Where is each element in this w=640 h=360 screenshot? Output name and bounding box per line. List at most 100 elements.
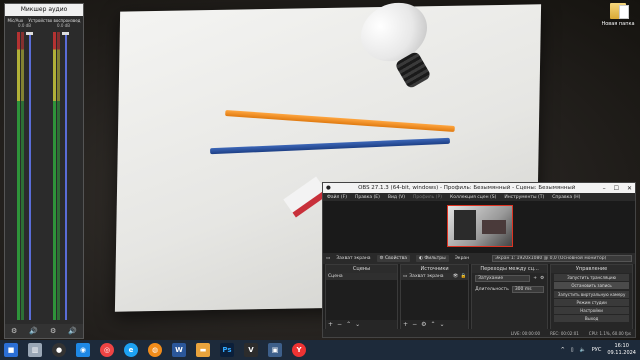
folder-explorer-icon[interactable]: ▬ [196,343,210,357]
menu-file[interactable]: Файл (F) [327,195,347,200]
properties-label: Свойства [385,256,407,261]
desktop-folder[interactable]: Новая папка [598,3,638,27]
menu-edit[interactable]: Правка (E) [355,195,380,200]
start-streaming-button[interactable]: Запустить трансляцию [554,274,630,282]
add-icon[interactable]: + [403,321,408,328]
clock[interactable]: 16:10 09.11.2024 [607,343,636,357]
obs-statusbar: LIVE: 00:00:00 REC: 00:02:01 CPU: 1.1%, … [323,329,635,337]
mixer-channel-2-fader[interactable] [65,32,67,320]
maximize-icon[interactable]: ☐ [614,185,619,192]
system-tray: ^ ▯ 🔈 РУС 16:10 09.11.2024 [561,343,640,357]
speaker-icon[interactable]: 🔊 [68,327,77,335]
scenes-header: Сцены [326,265,398,273]
remove-icon[interactable]: − [412,321,417,328]
screen-select[interactable]: Экран 1: 1920x1080 @ 0,0 (Основной монит… [492,255,632,262]
add-icon[interactable]: + [533,276,537,281]
sources-dock: Источники ▭ Захват экрана 👁 🔒 + − ⚙ ⌃ ⌄ [400,264,470,330]
audio-mixer-window[interactable]: Микшер аудио Mic/Aux Устройство воспроиз… [4,3,84,339]
menu-view[interactable]: Вид (V) [388,195,405,200]
rec-status: REC: 00:02:01 [550,330,579,336]
mixer-channel-2-name: Устройство воспроизвед [28,18,81,23]
folder-label: Новая папка [601,21,635,27]
taskbar: ■ ▥ ● ◉ ◎ e ◍ W ▬ Ps V ▣ Y ^ ▯ 🔈 РУС 16:… [0,340,640,360]
scene-item[interactable]: Сцена [326,273,398,280]
minimize-icon[interactable]: – [603,185,606,192]
language-indicator[interactable]: РУС [592,347,602,353]
mixer-channel-2-fader-knob[interactable] [62,32,69,35]
firefox-icon[interactable]: ◍ [148,343,162,357]
steam-icon[interactable]: ◉ [76,343,90,357]
mixer-channel-2-meter-right [57,32,60,320]
close-icon[interactable]: ✕ [627,185,632,192]
mixer-channel-1-fader[interactable] [29,32,31,320]
monitor-icon: ▭ [403,274,408,279]
duration-label: Длительность [475,287,509,292]
obs-menubar: Файл (F) Правка (E) Вид (V) Профиль (P) … [323,193,635,201]
files-icon[interactable]: ▥ [28,343,42,357]
filters-button[interactable]: ◐ Фильтры [416,255,449,262]
folder-icon [610,3,629,19]
controls-dock: Управление Запустить трансляцию Останови… [550,264,634,330]
gear-icon[interactable]: ⚙ [50,327,56,335]
remove-icon[interactable]: − [337,321,342,328]
transitions-dock: Переходы между сц... Затухание + ⚙ Длите… [471,264,549,330]
vegas-icon[interactable]: V [244,343,258,357]
controls-header: Управление [551,265,633,273]
source-item[interactable]: ▭ Захват экрана 👁 🔒 [401,273,469,280]
app-icon[interactable]: ▣ [268,343,282,357]
add-icon[interactable]: + [328,321,333,328]
edge-icon[interactable]: e [124,343,138,357]
cpu-status: CPU: 1.1%, 60.00 fps [588,330,631,336]
word-icon[interactable]: W [172,343,186,357]
chevron-up-icon[interactable]: ^ [561,347,565,353]
stop-recording-button[interactable]: Остановить запись [554,282,630,290]
sources-header: Источники [401,265,469,273]
gear-icon[interactable]: ⚙ [11,327,17,335]
settings-button[interactable]: Настройки [554,306,630,314]
volume-icon[interactable]: 🔈 [580,347,586,353]
photoshop-icon[interactable]: Ps [220,343,234,357]
preview-source-frame[interactable] [447,205,513,247]
obs-preview[interactable] [323,201,635,253]
source-item-label: Захват экрана [409,274,444,279]
lock-icon[interactable]: 🔒 [461,274,467,279]
move-up-icon[interactable]: ⌃ [346,321,351,328]
transition-select[interactable]: Затухание [475,275,531,282]
menu-help[interactable]: Справка (H) [552,195,580,200]
preview-nested-window [454,210,476,240]
mixer-channel-2-meter [53,32,56,320]
mixer-channel-1-meter [17,32,20,320]
duration-input[interactable]: 300 ms [511,286,545,293]
move-down-icon[interactable]: ⌄ [355,321,360,328]
obs-title: OBS 27.1.3 (64-bit, windows) - Профиль: … [358,185,576,191]
obs-app-icon[interactable]: ● [52,343,66,357]
properties-button[interactable]: ⚙ Свойства [376,255,410,262]
menu-profile[interactable]: Профиль (P) [413,195,442,200]
obs-window[interactable]: ● OBS 27.1.3 (64-bit, windows) - Профиль… [322,182,636,338]
preview-nested-window-2 [482,220,506,234]
obs-titlebar[interactable]: ● OBS 27.1.3 (64-bit, windows) - Профиль… [323,183,635,193]
transitions-header: Переходы между сц... [472,265,548,273]
move-down-icon[interactable]: ⌄ [440,321,445,328]
network-icon[interactable]: ▯ [571,347,574,353]
yandex-icon[interactable]: Y [292,343,306,357]
start-virtual-camera-button[interactable]: Запустить виртуальную камеру [554,290,630,298]
studio-mode-button[interactable]: Режим студии [554,298,630,306]
chrome-icon[interactable]: ◎ [100,343,114,357]
screen-label: Экран [454,256,470,261]
gear-icon[interactable]: ⚙ [540,276,544,281]
start-icon[interactable]: ■ [4,343,18,357]
menu-scene-collection[interactable]: Коллекция сцен (S) [450,195,496,200]
gear-icon[interactable]: ⚙ [421,321,426,328]
menu-tools[interactable]: Инструменты (T) [504,195,544,200]
source-name: Захват экрана [336,256,371,261]
monitor-icon: ▭ [326,256,331,261]
eye-icon[interactable]: 👁 [453,274,459,279]
mixer-channel-1-fader-knob[interactable] [26,32,33,35]
live-status: LIVE: 00:00:00 [510,330,541,336]
move-up-icon[interactable]: ⌃ [430,321,435,328]
exit-button[interactable]: Выход [554,315,630,323]
speaker-icon[interactable]: 🔊 [29,327,38,335]
mixer-channel-2-value: 0.0 dB [57,23,70,28]
clock-time: 16:10 [614,343,629,349]
